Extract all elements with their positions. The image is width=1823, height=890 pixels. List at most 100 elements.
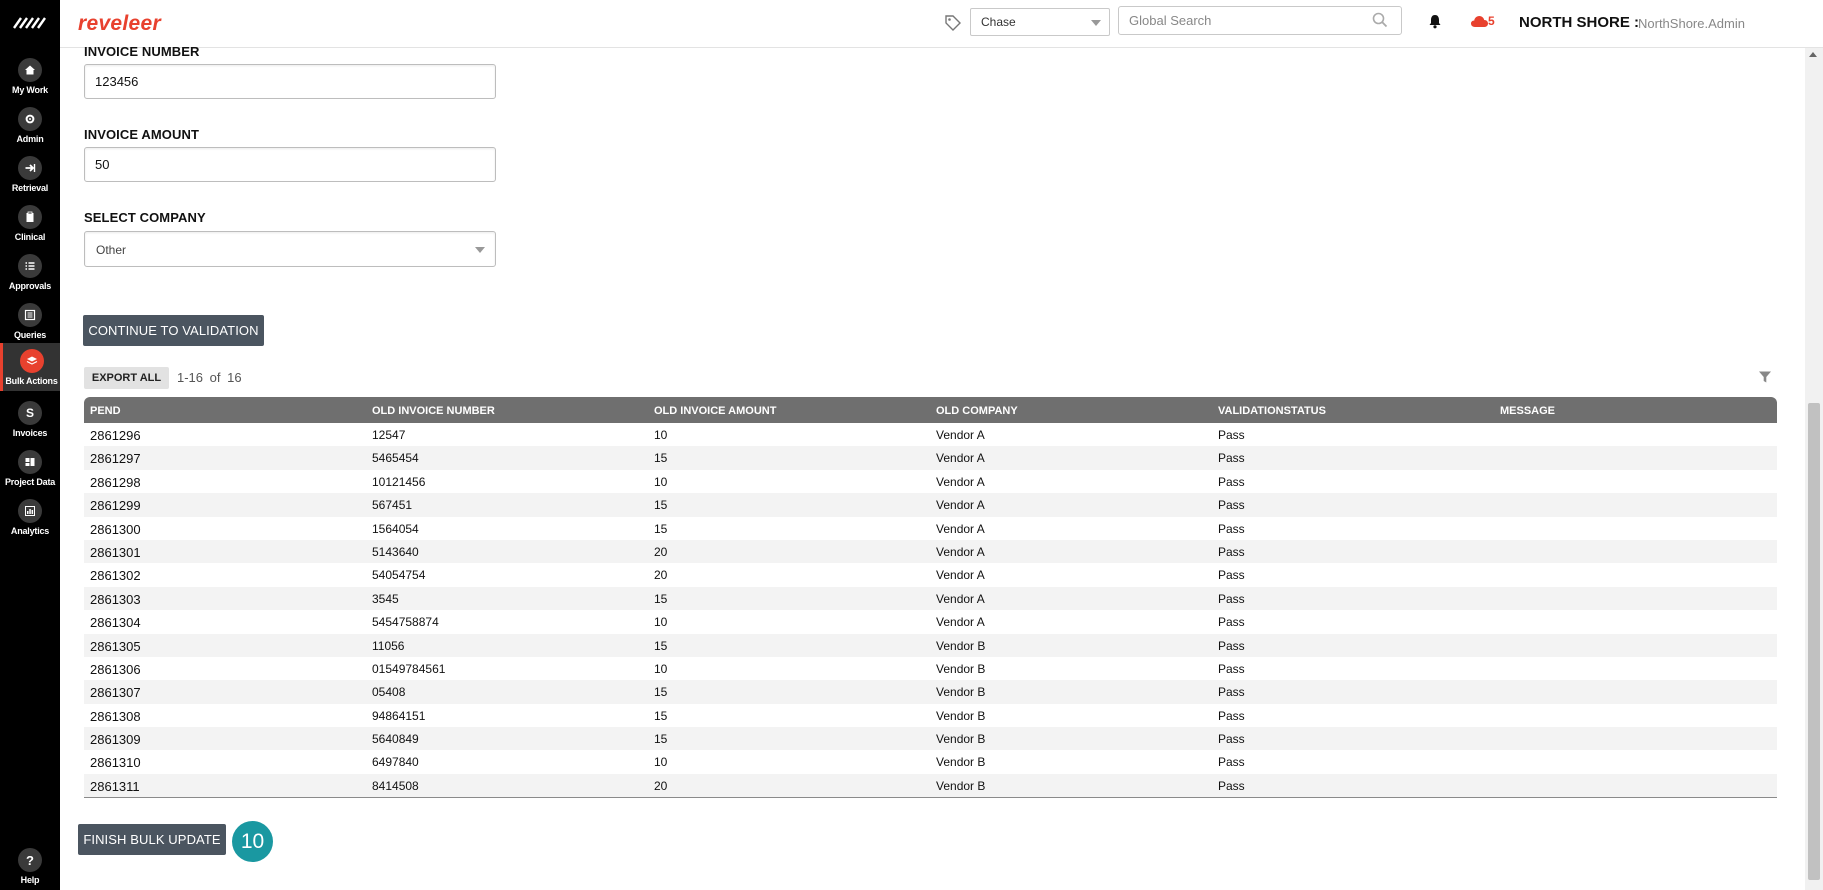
table-cell: Pass	[1218, 708, 1245, 723]
nav-label: My Work	[12, 85, 48, 95]
column-header[interactable]: VALIDATIONSTATUS	[1218, 405, 1326, 417]
table-row[interactable]: 2861307 05408 15 Vendor B Pass	[84, 680, 1777, 704]
table-cell: 5454758874	[372, 615, 439, 630]
table-cell: 567451	[372, 498, 413, 513]
help-icon: ?	[18, 848, 42, 872]
table-row[interactable]: 2861309 5640849 15 Vendor B Pass	[84, 727, 1777, 751]
table-cell: Pass	[1218, 474, 1245, 489]
table-cell: 2861306	[90, 661, 141, 677]
table-cell: Vendor A	[936, 521, 985, 536]
nav-item-queries[interactable]: Queries	[0, 297, 60, 345]
table-cell: Pass	[1218, 521, 1245, 536]
invoice-amount-input[interactable]	[84, 147, 496, 182]
table-row[interactable]: 2861297 5465454 15 Vendor A Pass	[84, 446, 1777, 470]
gear-icon	[18, 107, 42, 131]
table-cell: 3545	[372, 591, 399, 606]
table-cell: 10	[654, 474, 668, 489]
step-badge: 10	[232, 821, 273, 862]
table-cell: 15	[654, 638, 668, 653]
table-row[interactable]: 2861304 5454758874 10 Vendor A Pass	[84, 610, 1777, 633]
invoice-number-input[interactable]	[84, 64, 496, 99]
chevron-down-icon	[1091, 20, 1101, 26]
project-select[interactable]: Chase	[970, 8, 1110, 36]
nav-label: Queries	[13, 330, 47, 340]
bell-icon[interactable]	[1427, 13, 1443, 29]
table-row[interactable]: 2861310 6497840 10 Vendor B Pass	[84, 750, 1777, 773]
global-search-input[interactable]	[1118, 6, 1402, 35]
user-name[interactable]: NorthShore.Admin	[1638, 16, 1745, 31]
column-header[interactable]: OLD INVOICE NUMBER	[372, 405, 495, 417]
filter-icon[interactable]	[1758, 370, 1772, 384]
table-cell: 5640849	[372, 732, 419, 747]
table-cell: Vendor A	[936, 568, 985, 583]
export-all-button[interactable]: EXPORT ALL	[84, 367, 169, 389]
brand-logo[interactable]: reveleer	[78, 12, 161, 36]
column-header[interactable]: MESSAGE	[1500, 405, 1555, 417]
table-cell: 2861296	[90, 428, 141, 443]
table-cell: Vendor B	[936, 661, 986, 676]
company-select-value: Other	[96, 243, 127, 257]
checklist-icon	[18, 254, 42, 278]
nav-item-invoices[interactable]: S Invoices	[0, 395, 60, 443]
nav-item-admin[interactable]: Admin	[0, 101, 60, 149]
nav-label: Clinical	[14, 232, 46, 242]
table-row[interactable]: 2861308 94864151 15 Vendor B Pass	[84, 704, 1777, 727]
table-row[interactable]: 2861302 54054754 20 Vendor A Pass	[84, 563, 1777, 586]
scrollbar-thumb[interactable]	[1808, 403, 1820, 880]
column-header[interactable]: OLD INVOICE AMOUNT	[654, 405, 776, 417]
nav-item-my-work[interactable]: My Work	[0, 52, 60, 100]
chevron-down-icon	[475, 247, 485, 253]
notification-count[interactable]: 5	[1488, 14, 1495, 28]
tag-icon[interactable]	[944, 14, 962, 32]
table-row[interactable]: 2861300 1564054 15 Vendor A Pass	[84, 517, 1777, 540]
table-cell: 54054754	[372, 568, 426, 583]
search-icon[interactable]	[1372, 12, 1388, 28]
table-row[interactable]: 2861306 01549784561 10 Vendor B Pass	[84, 657, 1777, 680]
cloud-icon[interactable]	[1470, 14, 1490, 28]
bar-chart-icon	[18, 499, 42, 523]
table-cell: 1564054	[372, 521, 419, 536]
finish-bulk-update-button[interactable]: FINISH BULK UPDATE	[78, 824, 226, 855]
table-row[interactable]: 2861311 8414508 20 Vendor B Pass	[84, 773, 1777, 798]
pager-of: of	[209, 370, 221, 385]
table-cell: 2861301	[90, 544, 141, 560]
column-header[interactable]: OLD COMPANY	[936, 405, 1018, 417]
table-row[interactable]: 2861299 567451 15 Vendor A Pass	[84, 493, 1777, 517]
table-row[interactable]: 2861296 12547 10 Vendor A Pass	[84, 423, 1777, 446]
table-row[interactable]: 2861298 10121456 10 Vendor A Pass	[84, 470, 1777, 493]
table-cell: 2861303	[90, 591, 141, 607]
table-row[interactable]: 2861301 5143640 20 Vendor A Pass	[84, 539, 1777, 564]
table-cell: Vendor B	[936, 732, 986, 747]
nav-item-help[interactable]: ? Help	[0, 842, 60, 890]
table-cell: 2861305	[90, 638, 141, 654]
nav-label: Retrieval	[11, 183, 49, 193]
pager-total: 16	[227, 370, 242, 385]
table-cell: Pass	[1218, 615, 1245, 630]
continue-to-validation-button[interactable]: CONTINUE TO VALIDATION	[83, 315, 264, 346]
nav-item-project-data[interactable]: Project Data	[0, 444, 60, 492]
table-cell: Pass	[1218, 778, 1245, 793]
pager-summary: 1-16 of 16	[177, 370, 242, 385]
table-cell: 15	[654, 521, 668, 536]
table-cell: 15	[654, 708, 668, 723]
nav-item-bulk-actions[interactable]: Bulk Actions	[0, 343, 60, 391]
table-row[interactable]: 2861305 11056 15 Vendor B Pass	[84, 633, 1777, 657]
table-cell: Vendor A	[936, 544, 985, 559]
layers-icon	[19, 349, 44, 373]
app-logo-icon[interactable]	[12, 14, 48, 32]
nav-label: Admin	[16, 134, 44, 144]
scroll-up-icon[interactable]	[1809, 52, 1817, 57]
nav-label: Analytics	[10, 526, 50, 536]
clipboard-icon	[18, 205, 42, 229]
column-header[interactable]: PEND	[90, 405, 121, 417]
nav-item-approvals[interactable]: Approvals	[0, 248, 60, 296]
nav-item-analytics[interactable]: Analytics	[0, 493, 60, 541]
nav-item-retrieval[interactable]: Retrieval	[0, 150, 60, 198]
table-cell: 15	[654, 732, 668, 747]
table-row[interactable]: 2861303 3545 15 Vendor A Pass	[84, 586, 1777, 611]
arrow-in-icon	[18, 156, 42, 180]
table-cell: 2861304	[90, 615, 141, 631]
nav-item-clinical[interactable]: Clinical	[0, 199, 60, 247]
company-select[interactable]: Other	[84, 231, 496, 267]
table-cell: Vendor B	[936, 755, 986, 770]
